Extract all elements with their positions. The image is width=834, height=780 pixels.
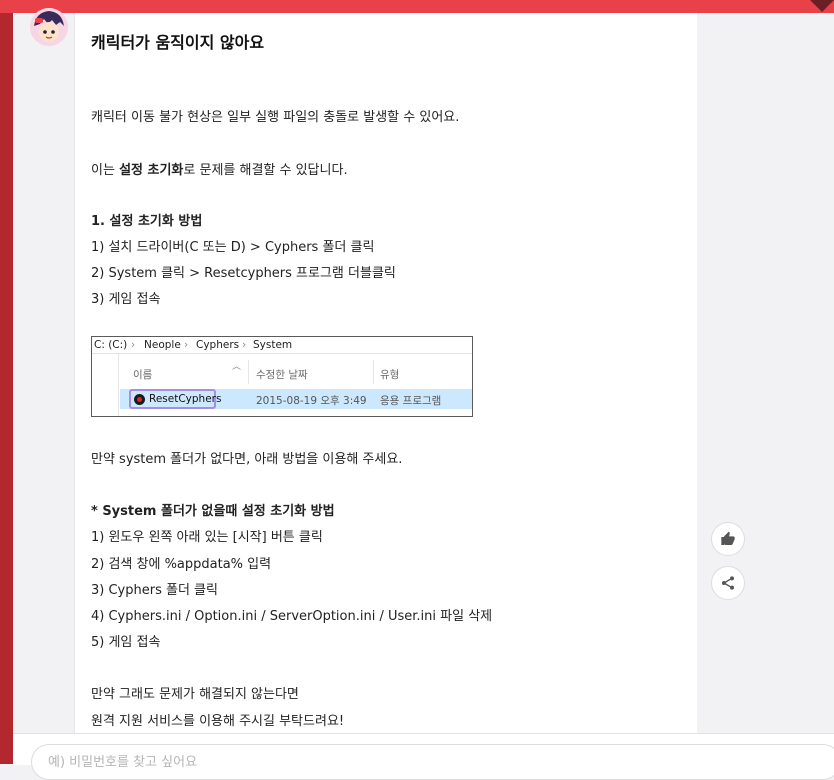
section-heading-1-text: 1. 설정 초기화 방법 [91, 214, 203, 229]
left-accent-bar [0, 13, 13, 764]
bot-avatar [30, 8, 68, 46]
character-avatar-icon [30, 8, 68, 46]
solution-text-pre: 이는 [91, 163, 120, 178]
path-neople: Neople [144, 339, 181, 351]
column-name: 이름 [133, 369, 153, 381]
share-button[interactable] [711, 566, 745, 600]
path-system: System [253, 339, 293, 351]
share-icon [722, 576, 734, 590]
explorer-nav-pane [92, 354, 119, 416]
step-1-2: 2) System 클릭 > Resetcyphers 프로그램 더블클릭 [91, 266, 396, 281]
action-column [697, 13, 834, 733]
step-1-1: 1) 설치 드라이버(C 또는 D) > Cyphers 폴더 클릭 [91, 240, 375, 255]
step-2-5: 5) 게임 접속 [91, 635, 161, 650]
resetcyphers-app-icon [134, 394, 145, 405]
file-name: ResetCyphers [149, 393, 222, 405]
column-divider [373, 360, 374, 384]
solution-text: 이는 설정 초기화로 문제를 해결할 수 있답니다. [91, 159, 348, 178]
file-type: 응용 프로그램 [380, 395, 442, 407]
path-drive: C: (C:) [94, 339, 128, 351]
window-corner-icon [810, 0, 834, 12]
sort-up-icon: ︿ [232, 362, 242, 372]
article-title: 캐릭터가 움직이지 않아요 [91, 33, 265, 52]
closing-text-2: 원격 지원 서비스를 이용해 주시길 부탁드려요! [91, 714, 345, 729]
step-1-3: 3) 게임 접속 [91, 292, 161, 307]
section-heading-1: 1. 설정 초기화 방법 [91, 210, 202, 229]
question-input[interactable] [31, 744, 834, 780]
explorer-address-bar: C: (C:) › Neople › Cyphers › System [92, 337, 472, 354]
composer-bar [13, 733, 834, 780]
column-date: 수정한 날짜 [256, 369, 308, 381]
explorer-screenshot: C: (C:) › Neople › Cyphers › System ︿ 이름… [91, 336, 473, 417]
step-2-2: 2) 검색 창에 %appdata% 입력 [91, 557, 272, 572]
section-heading-2: * System 폴더가 없을때 설정 초기화 방법 [91, 500, 335, 519]
section-heading-2-text: * System 폴더가 없을때 설정 초기화 방법 [91, 504, 335, 519]
thumbs-up-icon [721, 531, 735, 545]
step-2-1: 1) 윈도우 왼쪽 아래 있는 [시작] 버튼 클릭 [91, 530, 323, 545]
step-2-4: 4) Cyphers.ini / Option.ini / ServerOpti… [91, 609, 493, 624]
file-date: 2015-08-19 오후 3:49 [256, 395, 367, 407]
fallback-text: 만약 system 폴더가 없다면, 아래 방법을 이용해 주세요. [91, 452, 403, 467]
top-accent-bar [0, 0, 834, 13]
solution-text-post: 로 문제를 해결할 수 있답니다. [183, 163, 348, 178]
solution-text-bold: 설정 초기화 [119, 163, 184, 178]
path-sep-1: › [131, 339, 136, 351]
like-button[interactable] [711, 522, 745, 556]
path-cyphers: Cyphers [196, 339, 240, 351]
column-type: 유형 [380, 369, 400, 381]
step-2-3: 3) Cyphers 폴더 클릭 [91, 583, 218, 598]
path-sep-2: › [184, 339, 189, 351]
intro-text: 캐릭터 이동 불가 현상은 일부 실행 파일의 충돌로 발생할 수 있어요. [91, 110, 460, 125]
closing-text-1: 만약 그래도 문제가 해결되지 않는다면 [91, 687, 299, 702]
answer-card: 캐릭터가 움직이지 않아요 캐릭터 이동 불가 현상은 일부 실행 파일의 충돌… [74, 13, 699, 733]
column-divider [248, 360, 249, 384]
path-sep-3: › [242, 339, 247, 351]
